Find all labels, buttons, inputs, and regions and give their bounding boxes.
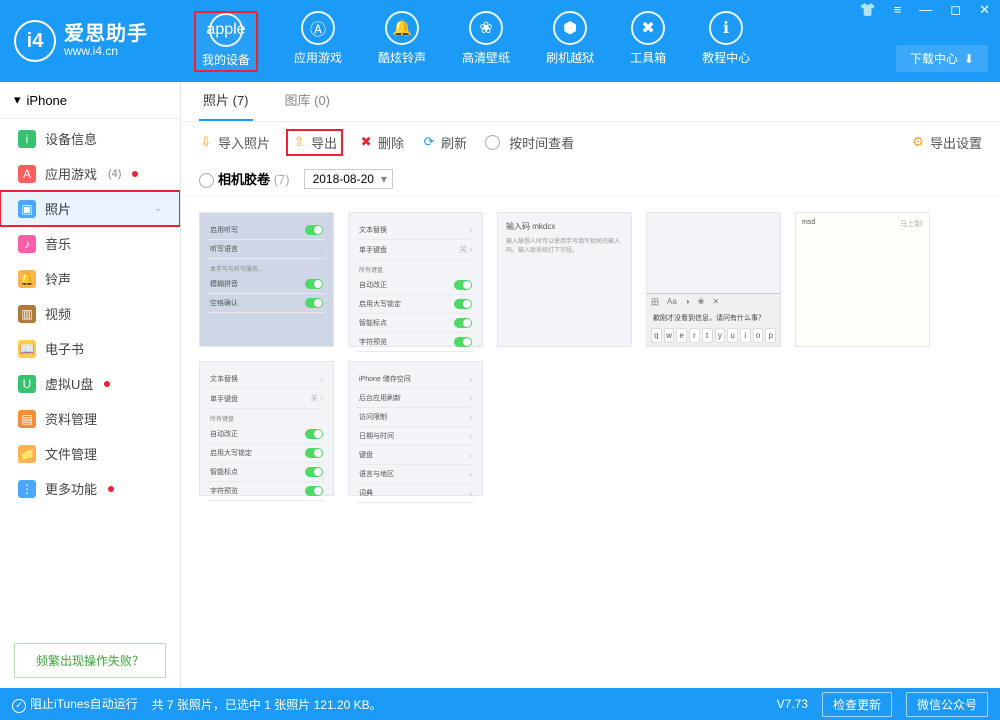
sidebar-icon: ▣ [18, 200, 36, 218]
box-icon: ⬢ [553, 11, 587, 45]
header-tab-刷机越狱[interactable]: ⬢刷机越狱 [546, 11, 594, 72]
photo-thumb[interactable]: iPhone 储存空间›后台应用刷新›访问限制›日期与时间›键盘›语言与地区›词… [348, 361, 483, 496]
sidebar-item-文件管理[interactable]: 📁文件管理 [0, 436, 180, 471]
filter-row: 相机胶卷 (7) 2018-08-20 [181, 162, 1000, 196]
flower-icon: ❀ [469, 11, 503, 45]
menu-icon[interactable]: ≡ [890, 2, 906, 18]
device-selector[interactable]: ▾ iPhone [0, 82, 180, 119]
sidebar-icon: 📖 [18, 340, 36, 358]
delete-icon: ✖ [359, 135, 373, 149]
sidebar-item-设备信息[interactable]: i设备信息 [0, 121, 180, 156]
photo-thumb[interactable]: 启用听写听写语言›本手写与听写服务...模糊拼音空格确认 [199, 212, 334, 347]
header-tab-工具箱[interactable]: ✖工具箱 [630, 11, 666, 72]
sidebar-icon: ▤ [18, 410, 36, 428]
minimize-icon[interactable]: — [915, 2, 936, 18]
toolbar: ⇩导入照片 ⇧导出 ✖删除 ⟳刷新 按时间查看 ⚙导出设置 [181, 122, 1000, 162]
app-header: i4 爱思助手 www.i4.cn apple我的设备 Ⓐ应用游戏 🔔酷炫铃声 ❀高清… [0, 0, 1000, 82]
A-icon: Ⓐ [301, 11, 335, 45]
gear-icon: ⚙ [911, 135, 925, 149]
sidebar-item-虚拟U盘[interactable]: U虚拟U盘 [0, 366, 180, 401]
notification-dot [132, 171, 138, 177]
notification-dot [108, 486, 114, 492]
wrench-icon: ✖ [631, 11, 665, 45]
apple-icon: apple [209, 13, 243, 47]
brand-name: 爱思助手 [64, 23, 148, 45]
sidebar-icon: A [18, 165, 36, 183]
chevron-down-icon: ⌄ [154, 203, 162, 214]
window-controls: 👕 ≡ — ◻ ✕ [856, 2, 994, 18]
photo-thumb[interactable]: 文本替换›单手键盘关 ›所有键盘自动改正启用大写锁定智能标点字符预览 [348, 212, 483, 347]
export-button[interactable]: ⇧导出 [288, 131, 341, 154]
status-bar: ✓阻止iTunes自动运行 共 7 张照片，已选中 1 张照片 121.20 K… [0, 688, 1000, 720]
download-icon: ⬇ [964, 52, 974, 66]
photo-grid: 启用听写听写语言›本手写与听写服务...模糊拼音空格确认文本替换›单手键盘关 ›… [181, 196, 1000, 688]
itunes-block[interactable]: ✓阻止iTunes自动运行 [12, 695, 138, 713]
sidebar-item-照片[interactable]: ▣照片⌄ [0, 191, 180, 226]
photo-thumb[interactable]: 文本替换›单手键盘关 ›所有键盘自动改正启用大写锁定智能标点字符预览 [199, 361, 334, 496]
sidebar-icon: ▥ [18, 305, 36, 323]
sidebar-item-更多功能[interactable]: ⋮更多功能 [0, 471, 180, 506]
sub-tab-照片[interactable]: 照片 (7) [199, 80, 253, 121]
check-update-button[interactable]: 检查更新 [822, 692, 892, 717]
bell-icon: 🔔 [385, 11, 419, 45]
refresh-button[interactable]: ⟳刷新 [422, 133, 467, 152]
import-icon: ⇩ [199, 135, 213, 149]
sidebar-item-资料管理[interactable]: ▤资料管理 [0, 401, 180, 436]
view-by-time[interactable]: 按时间查看 [485, 133, 574, 152]
close-icon[interactable]: ✕ [975, 2, 994, 18]
header-tab-我的设备[interactable]: apple我的设备 [194, 11, 258, 72]
sidebar-icon: ⋮ [18, 480, 36, 498]
sidebar-item-应用游戏[interactable]: A应用游戏(4) [0, 156, 180, 191]
version-label: V7.73 [777, 697, 808, 711]
album-radio[interactable] [199, 173, 214, 188]
sidebar-icon: U [18, 375, 36, 393]
check-icon: ✓ [12, 699, 26, 713]
album-count: (7) [274, 172, 290, 187]
header-tab-教程中心[interactable]: ℹ教程中心 [702, 11, 750, 72]
header-tab-高清壁纸[interactable]: ❀高清壁纸 [462, 11, 510, 72]
help-button[interactable]: 频繁出现操作失败？ [14, 643, 166, 678]
radio-icon [485, 135, 500, 150]
sidebar-item-视频[interactable]: ▥视频 [0, 296, 180, 331]
sidebar-item-音乐[interactable]: ♪音乐 [0, 226, 180, 261]
sidebar: ▾ iPhone i设备信息A应用游戏(4)▣照片⌄♪音乐🔔铃声▥视频📖电子书U… [0, 82, 181, 688]
photo-thumb[interactable]: 输入码 mkdcx输入联想人时可以使用手写填写相关的输入码。输入联系统打下字段。 [497, 212, 632, 347]
maximize-icon[interactable]: ◻ [946, 2, 965, 18]
chevron-down-icon: ▾ [14, 92, 21, 108]
download-center-button[interactable]: 下载中心⬇ [896, 45, 988, 72]
header-tabs: apple我的设备 Ⓐ应用游戏 🔔酷炫铃声 ❀高清壁纸 ⬢刷机越狱 ✖工具箱 ℹ教程中心 [194, 11, 750, 72]
notification-dot [104, 381, 110, 387]
export-icon: ⇧ [292, 135, 306, 149]
theme-icon[interactable]: 👕 [856, 2, 880, 18]
export-settings-button[interactable]: ⚙导出设置 [911, 133, 982, 152]
photo-thumb[interactable]: msd马上到! [795, 212, 930, 347]
album-name: 相机胶卷 [218, 172, 270, 187]
wechat-button[interactable]: 微信公众号 [906, 692, 988, 717]
refresh-icon: ⟳ [422, 135, 436, 149]
import-button[interactable]: ⇩导入照片 [199, 133, 270, 152]
photo-thumb[interactable]: 田Aa◑❀✕歉刚才没看到信息，请问有什么事？qwertyuiop [646, 212, 781, 347]
header-tab-应用游戏[interactable]: Ⓐ应用游戏 [294, 11, 342, 72]
sidebar-icon: 📁 [18, 445, 36, 463]
status-info: 共 7 张照片，已选中 1 张照片 121.20 KB。 [152, 696, 382, 713]
header-tab-酷炫铃声[interactable]: 🔔酷炫铃声 [378, 11, 426, 72]
main-panel: 照片 (7) 图库 (0) ⇩导入照片 ⇧导出 ✖删除 ⟳刷新 按时间查看 ⚙导出… [181, 82, 1000, 688]
sidebar-item-电子书[interactable]: 📖电子书 [0, 331, 180, 366]
delete-button[interactable]: ✖删除 [359, 133, 404, 152]
sidebar-icon: 🔔 [18, 270, 36, 288]
date-select[interactable]: 2018-08-20 [304, 169, 393, 189]
sidebar-item-铃声[interactable]: 🔔铃声 [0, 261, 180, 296]
i-icon: ℹ [709, 11, 743, 45]
brand-site: www.i4.cn [64, 45, 148, 58]
brand-logo-icon: i4 [14, 20, 56, 62]
sidebar-icon: ♪ [18, 235, 36, 253]
sub-tabs: 照片 (7) 图库 (0) [181, 82, 1000, 122]
sub-tab-图库[interactable]: 图库 (0) [281, 80, 335, 121]
sidebar-icon: i [18, 130, 36, 148]
app-brand: i4 爱思助手 www.i4.cn [14, 20, 148, 62]
